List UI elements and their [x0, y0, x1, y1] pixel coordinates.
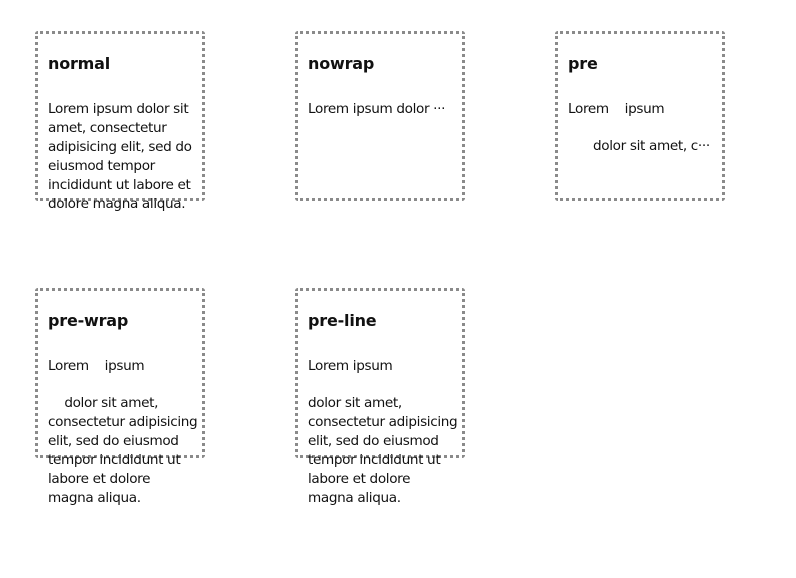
pre-line-two: dolor sit amet, c··· [593, 138, 710, 154]
normal-text: Lorem ipsum dolor sit amet, consectetur … [48, 100, 198, 214]
pre-wrap-demo-content: pre-wrap Lorem ipsum dolor sit amet, con… [48, 301, 198, 508]
nowrap-title: nowrap [308, 54, 375, 73]
pre-line-demo-content: pre-line Lorem ipsum dolor sit amet, con… [308, 301, 458, 508]
nowrap-paragraph: Lorem ipsum dolor ··· [308, 101, 446, 117]
pre-wrap-line-two: dolor sit amet, consectetur adipisicing … [48, 395, 198, 506]
pre-wrap-text: Lorem ipsum dolor sit amet, consectetur … [48, 357, 198, 508]
pre-line-line-one: Lorem ipsum [308, 358, 393, 374]
pre-title: pre [568, 54, 598, 73]
nowrap-demo-content: nowrap Lorem ipsum dolor ··· [308, 44, 458, 119]
pre-demo-box: pre Lorem ipsum dolor sit amet, c··· [555, 31, 725, 201]
pre-wrap-line-one: Lorem ipsum [48, 358, 145, 374]
pre-line-line-two: dolor sit amet, consectetur adipisicing … [308, 395, 458, 506]
normal-title: normal [48, 54, 111, 73]
pre-line-demo-box: pre-line Lorem ipsum dolor sit amet, con… [295, 288, 465, 506]
pre-line-one: Lorem ipsum [568, 101, 665, 117]
normal-demo-content: normal Lorem ipsum dolor sit amet, conse… [48, 44, 198, 214]
pre-text: Lorem ipsum dolor sit amet, c··· [568, 100, 718, 156]
nowrap-demo-box: nowrap Lorem ipsum dolor ··· [295, 31, 465, 201]
normal-demo-box: normal Lorem ipsum dolor sit amet, conse… [35, 31, 205, 212]
pre-demo-content: pre Lorem ipsum dolor sit amet, c··· [568, 44, 718, 156]
nowrap-text: Lorem ipsum dolor ··· [308, 100, 458, 119]
pre-wrap-title: pre-wrap [48, 311, 129, 330]
pre-wrap-demo-box: pre-wrap Lorem ipsum dolor sit amet, con… [35, 288, 205, 506]
normal-paragraph: Lorem ipsum dolor sit amet, consectetur … [48, 101, 192, 212]
pre-line-text: Lorem ipsum dolor sit amet, consectetur … [308, 357, 458, 508]
pre-line-title: pre-line [308, 311, 377, 330]
